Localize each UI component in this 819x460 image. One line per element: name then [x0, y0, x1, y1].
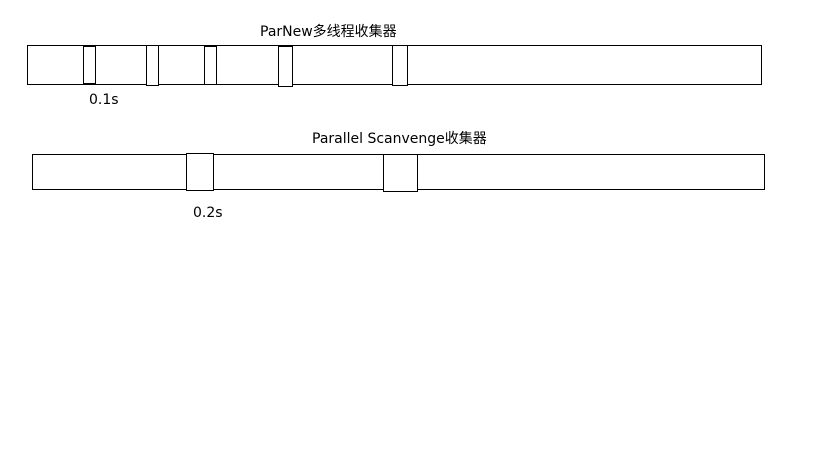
parallel-scavenge-pause-block	[186, 153, 214, 191]
parnew-pause-duration: 0.1s	[89, 92, 119, 108]
parnew-pause-block	[392, 45, 408, 86]
parnew-pause-block	[83, 46, 96, 84]
parallel-scavenge-title: Parallel Scanvenge收集器	[312, 131, 487, 147]
parallel-scavenge-pause-block	[383, 154, 418, 192]
parnew-pause-block	[146, 45, 159, 86]
parnew-pause-block	[278, 46, 293, 87]
parnew-pause-block	[204, 46, 217, 85]
parnew-title: ParNew多线程收集器	[260, 24, 397, 40]
parallel-scavenge-pause-duration: 0.2s	[193, 205, 223, 221]
